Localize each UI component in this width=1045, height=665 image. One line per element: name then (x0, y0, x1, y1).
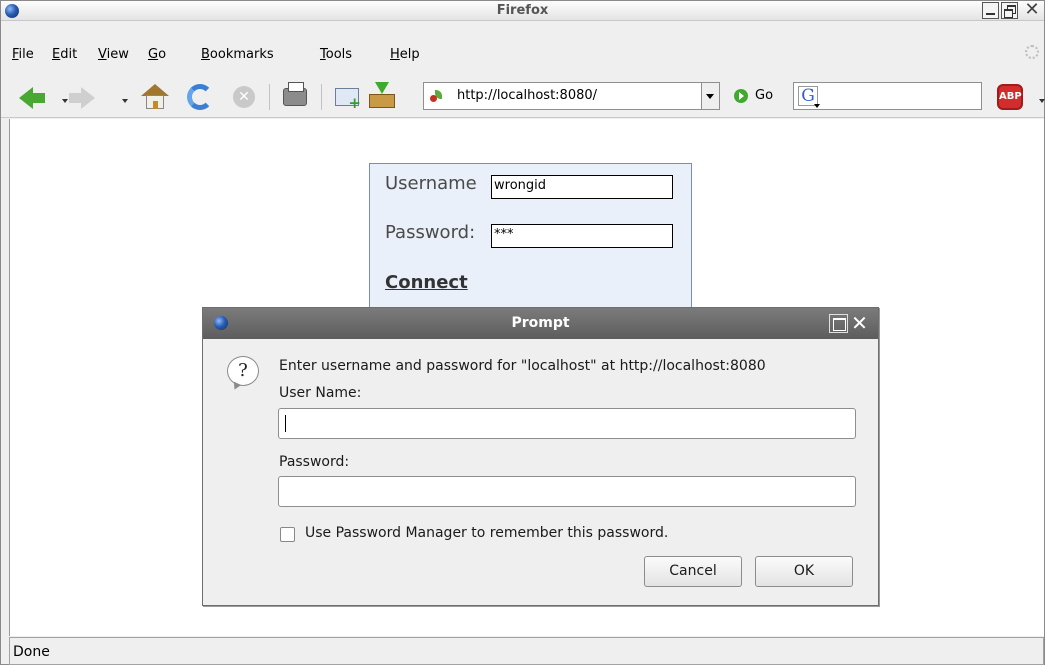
text-cursor (285, 415, 286, 432)
minimize-button[interactable] (982, 2, 999, 19)
remember-password-checkbox[interactable] (280, 527, 295, 542)
connect-link[interactable]: Connect (385, 272, 468, 293)
back-icon[interactable] (19, 87, 45, 109)
download-icon[interactable] (369, 82, 395, 110)
password-label: Password: (385, 222, 476, 243)
menu-edit[interactable]: Edit (52, 47, 77, 62)
remember-password-label[interactable]: Use Password Manager to remember this pa… (305, 525, 668, 541)
close-window-button[interactable]: ✕ (1022, 1, 1042, 19)
dialog-password-label: Password: (279, 454, 350, 470)
maximize-button[interactable] (1001, 2, 1018, 19)
throbber-icon (1025, 45, 1039, 59)
forward-icon[interactable] (69, 87, 95, 109)
adblock-dropdown-icon[interactable] (1039, 99, 1045, 103)
dialog-close-button[interactable]: ✕ (850, 313, 869, 333)
cancel-button[interactable]: Cancel (644, 556, 742, 587)
login-form: Username wrongid Password: *** Connect (369, 163, 692, 323)
back-dropdown-icon[interactable] (62, 99, 68, 103)
adblock-icon[interactable]: ABP (997, 84, 1023, 110)
menu-bookmarks[interactable]: Bookmarks (201, 47, 274, 62)
url-history-dropdown-button[interactable] (702, 82, 720, 110)
status-text: Done (13, 644, 50, 660)
user-name-label: User Name: (279, 385, 362, 401)
status-bar: Done (9, 637, 1044, 665)
firefox-window: Firefox ✕ File Edit View Go Bookmarks To… (0, 0, 1045, 665)
menu-help[interactable]: Help (390, 47, 420, 62)
dialog-message: Enter username and password for "localho… (279, 358, 766, 374)
ok-button[interactable]: OK (755, 556, 853, 587)
search-input[interactable]: G (793, 82, 982, 110)
question-icon: ? (227, 356, 259, 386)
password-field[interactable]: *** (491, 224, 673, 248)
site-favicon-icon (430, 90, 442, 102)
navigation-toolbar: ✕ http://localhost:8080/ Go G ABP (1, 74, 1045, 118)
menu-go[interactable]: Go (148, 47, 166, 62)
dialog-password-field[interactable] (278, 476, 856, 507)
menu-view[interactable]: View (98, 47, 129, 62)
window-title: Firefox (496, 3, 549, 18)
google-search-engine-icon[interactable]: G (798, 86, 820, 108)
dialog-title-bar: Prompt ✕ (203, 308, 878, 339)
username-field[interactable]: wrongid (491, 175, 673, 199)
toolbar-separator (269, 84, 270, 110)
menu-tools[interactable]: Tools (320, 47, 352, 62)
new-tab-icon[interactable] (335, 88, 361, 112)
go-icon (734, 89, 748, 103)
go-label: Go (755, 88, 774, 103)
stop-icon[interactable]: ✕ (233, 86, 255, 108)
username-label: Username (385, 173, 477, 194)
user-name-field[interactable] (278, 408, 856, 439)
reload-icon[interactable] (187, 84, 213, 110)
toolbar-separator (321, 84, 322, 110)
home-icon[interactable] (141, 84, 169, 110)
title-bar: Firefox ✕ (1, 1, 1044, 21)
print-icon[interactable] (283, 82, 307, 106)
dialog-title: Prompt (511, 315, 570, 331)
auth-prompt-dialog: Prompt ✕ ? Enter username and password f… (202, 307, 879, 606)
menu-file[interactable]: File (12, 47, 34, 62)
url-text[interactable]: http://localhost:8080/ (457, 88, 597, 103)
url-bar[interactable]: http://localhost:8080/ (423, 82, 702, 110)
forward-dropdown-icon[interactable] (122, 99, 128, 103)
dialog-maximize-button[interactable] (829, 314, 848, 333)
